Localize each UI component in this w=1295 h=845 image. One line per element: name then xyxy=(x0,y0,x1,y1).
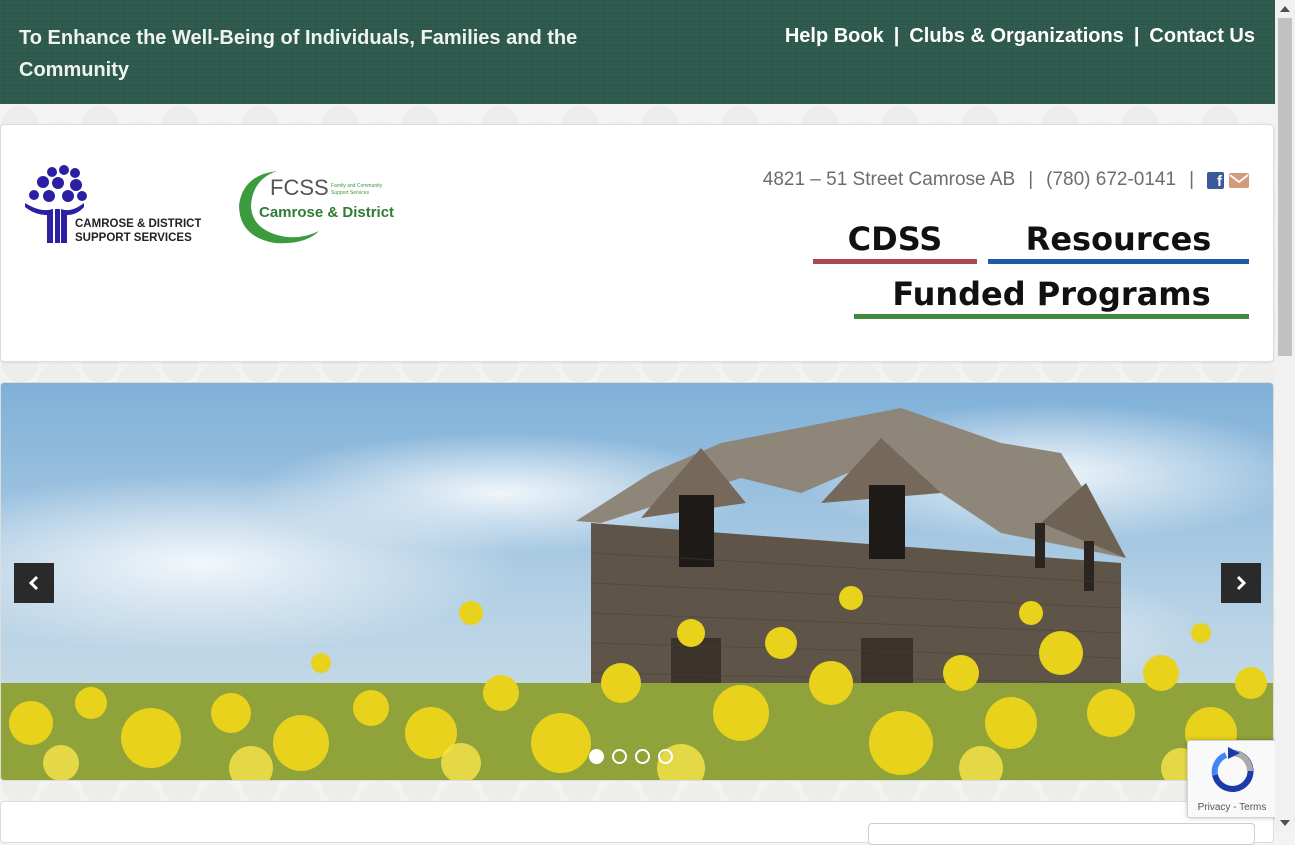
slider-dot-3[interactable] xyxy=(635,749,650,764)
top-nav: Help Book | Clubs & Organizations | Contact … xyxy=(785,22,1255,50)
slide-image xyxy=(1,383,1273,780)
scroll-up-icon[interactable] xyxy=(1280,6,1290,12)
help-book-link[interactable]: Help Book xyxy=(785,25,884,47)
scrollbar[interactable] xyxy=(1275,0,1295,832)
svg-text:Camrose & District: Camrose & District xyxy=(259,204,394,221)
nav-cdss[interactable]: CDSS xyxy=(813,219,977,264)
svg-text:Family and Community: Family and Community xyxy=(331,183,383,189)
recaptcha-badge[interactable]: Privacy - Terms xyxy=(1187,740,1277,818)
recaptcha-privacy-terms[interactable]: Privacy - Terms xyxy=(1188,802,1276,813)
hero-slider[interactable] xyxy=(0,382,1274,781)
slider-dot-2[interactable] xyxy=(612,749,627,764)
slider-prev-button[interactable] xyxy=(14,563,54,603)
chevron-right-icon xyxy=(1236,575,1247,591)
slider-next-button[interactable] xyxy=(1221,563,1261,603)
contact-us-link[interactable]: Contact Us xyxy=(1149,25,1255,47)
top-bar: To Enhance the Well-Being of Individuals… xyxy=(0,0,1275,104)
fcss-logo[interactable]: FCSS Family and Community Support Servic… xyxy=(233,167,408,245)
svg-text:SUPPORT SERVICES: SUPPORT SERVICES xyxy=(75,232,192,244)
envelope-icon[interactable] xyxy=(1229,172,1249,188)
slider-dots xyxy=(589,749,673,764)
clubs-organizations-link[interactable]: Clubs & Organizations xyxy=(909,25,1123,47)
scroll-thumb[interactable] xyxy=(1278,18,1292,356)
search-input[interactable] xyxy=(868,823,1255,845)
site-tagline: To Enhance the Well-Being of Individuals… xyxy=(19,27,578,81)
slider-dot-1[interactable] xyxy=(589,749,604,764)
cdss-logo[interactable]: CAMROSE & DISTRICT SUPPORT SERVICES xyxy=(21,165,201,247)
nav-separator: | xyxy=(893,25,900,47)
nav-resources[interactable]: Resources xyxy=(988,219,1249,264)
contact-separator: | xyxy=(1028,169,1034,190)
svg-text:CAMROSE & DISTRICT: CAMROSE & DISTRICT xyxy=(75,218,201,230)
contact-separator: | xyxy=(1189,169,1194,190)
svg-text:FCSS: FCSS xyxy=(270,175,329,200)
chevron-left-icon xyxy=(28,575,39,591)
svg-text:Support Services: Support Services xyxy=(331,190,370,196)
facebook-icon[interactable]: f xyxy=(1207,171,1224,189)
slider-dot-4[interactable] xyxy=(658,749,673,764)
address-text: 4821 – 51 Street Camrose AB xyxy=(762,169,1016,190)
recaptcha-icon xyxy=(1211,747,1254,792)
scroll-down-icon[interactable] xyxy=(1280,820,1290,826)
header-card: CAMROSE & DISTRICT SUPPORT SERVICES FCSS… xyxy=(0,124,1274,362)
phone-text[interactable]: (780) 672-0141 xyxy=(1046,169,1176,191)
contact-info: 4821 – 51 Street Camrose AB | (780) 672-… xyxy=(763,169,1249,191)
nav-separator: | xyxy=(1133,25,1140,47)
nav-funded-programs[interactable]: Funded Programs xyxy=(854,274,1249,319)
